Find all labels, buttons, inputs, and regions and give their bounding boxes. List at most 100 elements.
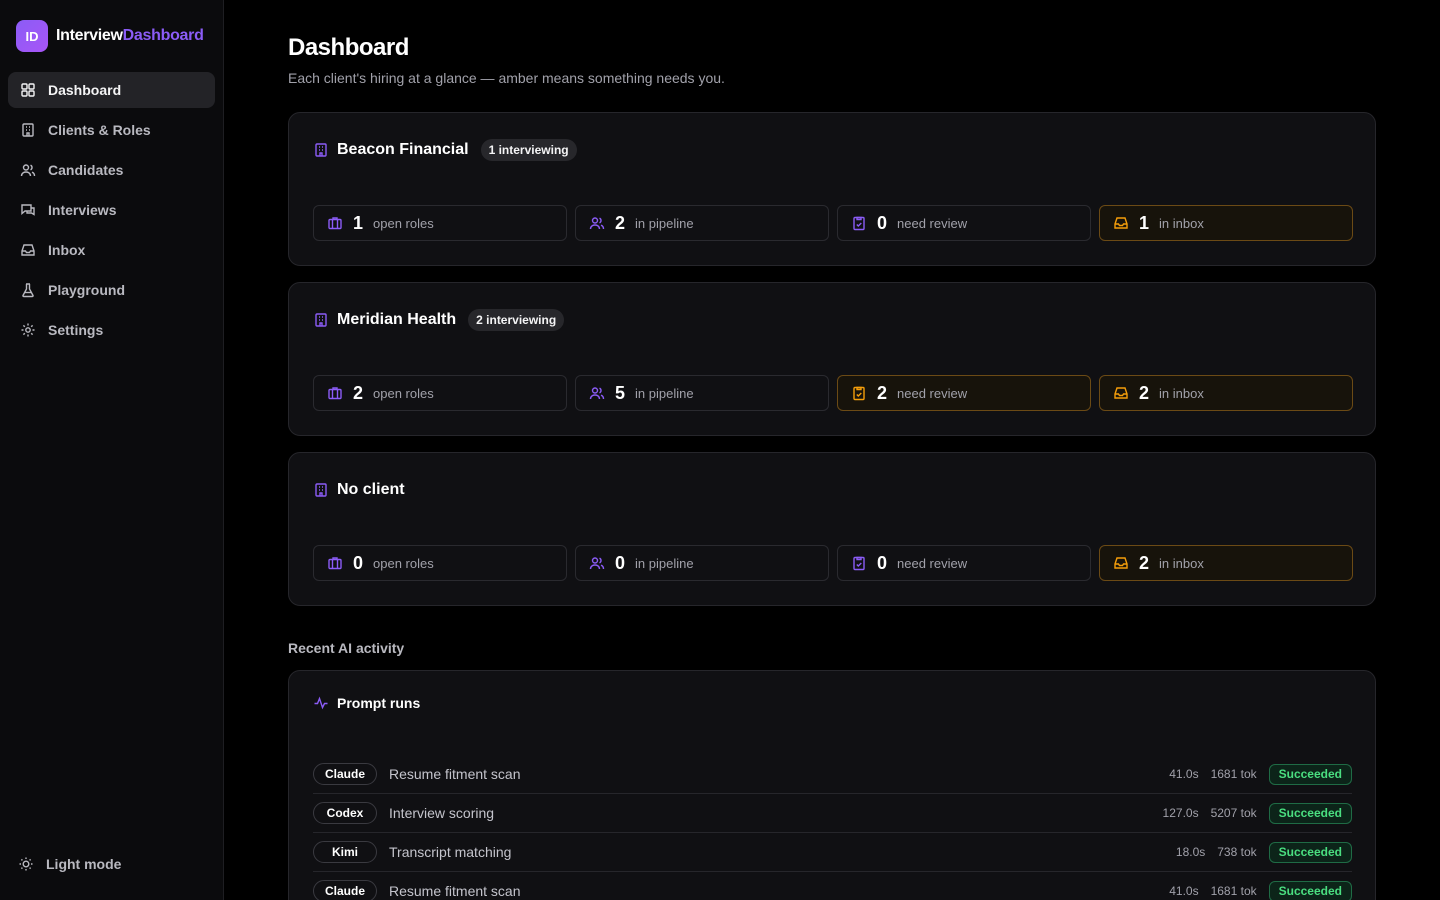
sidebar-nav: Dashboard Clients & Roles Candidates Int…	[8, 72, 215, 352]
prompt-runs-header: Prompt runs	[313, 695, 420, 711]
stat-in-inbox[interactable]: 2 in inbox	[1099, 545, 1353, 581]
page-subtitle: Each client's hiring at a glance — amber…	[288, 70, 725, 86]
stat-label: open roles	[373, 215, 434, 231]
stat-label: in pipeline	[635, 555, 694, 571]
stat-label: in inbox	[1159, 385, 1204, 401]
stat-value: 0	[877, 552, 888, 573]
brand-logo: ID	[16, 20, 48, 52]
model-badge: Kimi	[313, 841, 377, 863]
users-icon	[589, 557, 605, 570]
model-badge: Codex	[313, 802, 377, 824]
run-duration: 41.0s	[1169, 767, 1199, 781]
stat-in-pipeline[interactable]: 5 in pipeline	[575, 375, 829, 411]
sidebar-item-label: Candidates	[48, 162, 124, 178]
model-badge: Claude	[313, 880, 377, 900]
run-meta: 127.0s 5207 tok Succeeded	[1162, 802, 1352, 824]
sidebar-item-candidates[interactable]: Candidates	[8, 152, 215, 188]
run-tokens: 738 tok	[1217, 845, 1257, 859]
run-meta: 41.0s 1681 tok Succeeded	[1169, 880, 1352, 900]
sidebar-item-label: Clients & Roles	[48, 122, 151, 138]
client-stats: 1 open roles 2 in pipeline 0 need review…	[313, 205, 1353, 241]
brand[interactable]: ID InterviewDashboard	[16, 20, 204, 52]
inbox-icon	[21, 244, 35, 256]
stat-in-inbox[interactable]: 1 in inbox	[1099, 205, 1353, 241]
client-stats: 0 open roles 0 in pipeline 0 need review…	[313, 545, 1353, 581]
client-name[interactable]: Meridian Health	[337, 311, 456, 329]
sidebar-item-interviews[interactable]: Interviews	[8, 192, 215, 228]
messages-icon	[21, 204, 35, 216]
stat-label: open roles	[373, 385, 434, 401]
stat-need-review[interactable]: 0 need review	[837, 205, 1091, 241]
stat-need-review[interactable]: 0 need review	[837, 545, 1091, 581]
status-badge: Succeeded	[1268, 802, 1352, 824]
model-badge: Claude	[313, 763, 377, 785]
section-label-recent-activity: Recent AI activity	[288, 640, 405, 656]
client-stats: 2 open roles 5 in pipeline 2 need review…	[313, 375, 1353, 411]
sidebar-item-label: Inbox	[48, 242, 86, 258]
stat-label: open roles	[373, 555, 434, 571]
users-icon	[589, 217, 605, 230]
list-item[interactable]: Claude Resume fitment scan 41.0s 1681 to…	[313, 755, 1352, 794]
sidebar-item-label: Playground	[48, 282, 126, 298]
inbox-icon	[1114, 557, 1128, 569]
run-name: Transcript matching	[389, 844, 512, 860]
run-tokens: 1681 tok	[1210, 767, 1257, 781]
sidebar-item-dashboard[interactable]: Dashboard	[8, 72, 215, 108]
stat-value: 2	[615, 212, 626, 233]
stat-value: 5	[615, 382, 626, 403]
run-duration: 41.0s	[1169, 884, 1199, 898]
run-name: Interview scoring	[389, 805, 495, 821]
run-duration: 127.0s	[1162, 806, 1199, 820]
client-card: No client 0 open roles 0 in pipeline 0 n…	[288, 452, 1376, 606]
briefcase-icon	[328, 387, 342, 400]
client-name[interactable]: Beacon Financial	[337, 141, 469, 159]
stat-label: need review	[897, 215, 968, 231]
stat-need-review[interactable]: 2 need review	[837, 375, 1091, 411]
brand-name-part1: Interview	[56, 27, 123, 44]
building-icon	[22, 123, 34, 137]
sidebar-item-settings[interactable]: Settings	[8, 312, 215, 348]
stat-open-roles[interactable]: 1 open roles	[313, 205, 567, 241]
sidebar-item-label: Settings	[48, 322, 104, 338]
building-icon	[315, 143, 327, 157]
sun-icon	[19, 857, 33, 871]
stat-value: 2	[877, 382, 888, 403]
run-name: Resume fitment scan	[389, 766, 521, 782]
stat-in-pipeline[interactable]: 0 in pipeline	[575, 545, 829, 581]
run-name: Resume fitment scan	[389, 883, 521, 899]
prompt-runs-card: Prompt runs Claude Resume fitment scan 4…	[288, 670, 1376, 900]
run-duration: 18.0s	[1175, 845, 1206, 859]
stat-label: need review	[897, 385, 968, 401]
interviewing-badge: 2 interviewing	[468, 309, 565, 331]
page-title: Dashboard	[288, 34, 409, 61]
run-tokens: 5207 tok	[1210, 806, 1257, 820]
list-item[interactable]: Kimi Transcript matching 18.0s 738 tok S…	[313, 833, 1352, 872]
building-icon	[315, 313, 327, 327]
interviewing-badge: 1 interviewing	[480, 139, 577, 161]
inbox-icon	[1114, 387, 1128, 399]
status-badge: Succeeded	[1268, 880, 1352, 900]
stat-in-inbox[interactable]: 2 in inbox	[1099, 375, 1353, 411]
briefcase-icon	[328, 557, 342, 570]
users-icon	[20, 164, 36, 177]
list-item[interactable]: Claude Resume fitment scan 41.0s 1681 to…	[313, 872, 1352, 900]
client-header: Beacon Financial 1 interviewing	[313, 138, 577, 162]
client-header: Meridian Health 2 interviewing	[313, 308, 565, 332]
stat-in-pipeline[interactable]: 2 in pipeline	[575, 205, 829, 241]
status-badge: Succeeded	[1268, 841, 1352, 863]
stat-label: need review	[897, 555, 968, 571]
sidebar-item-inbox[interactable]: Inbox	[8, 232, 215, 268]
sidebar-item-clients-roles[interactable]: Clients & Roles	[8, 112, 215, 148]
prompt-runs-title: Prompt runs	[337, 695, 421, 711]
prompt-runs-list: Claude Resume fitment scan 41.0s 1681 to…	[313, 755, 1352, 900]
stat-value: 2	[1139, 552, 1150, 573]
stat-value: 2	[353, 382, 364, 403]
stat-value: 1	[1139, 212, 1150, 233]
stat-value: 2	[1139, 382, 1150, 403]
stat-open-roles[interactable]: 2 open roles	[313, 375, 567, 411]
sidebar-item-playground[interactable]: Playground	[8, 272, 215, 308]
light-mode-toggle[interactable]: Light mode	[18, 856, 121, 872]
stat-open-roles[interactable]: 0 open roles	[313, 545, 567, 581]
list-item[interactable]: Codex Interview scoring 127.0s 5207 tok …	[313, 794, 1352, 833]
client-name[interactable]: No client	[337, 481, 405, 499]
